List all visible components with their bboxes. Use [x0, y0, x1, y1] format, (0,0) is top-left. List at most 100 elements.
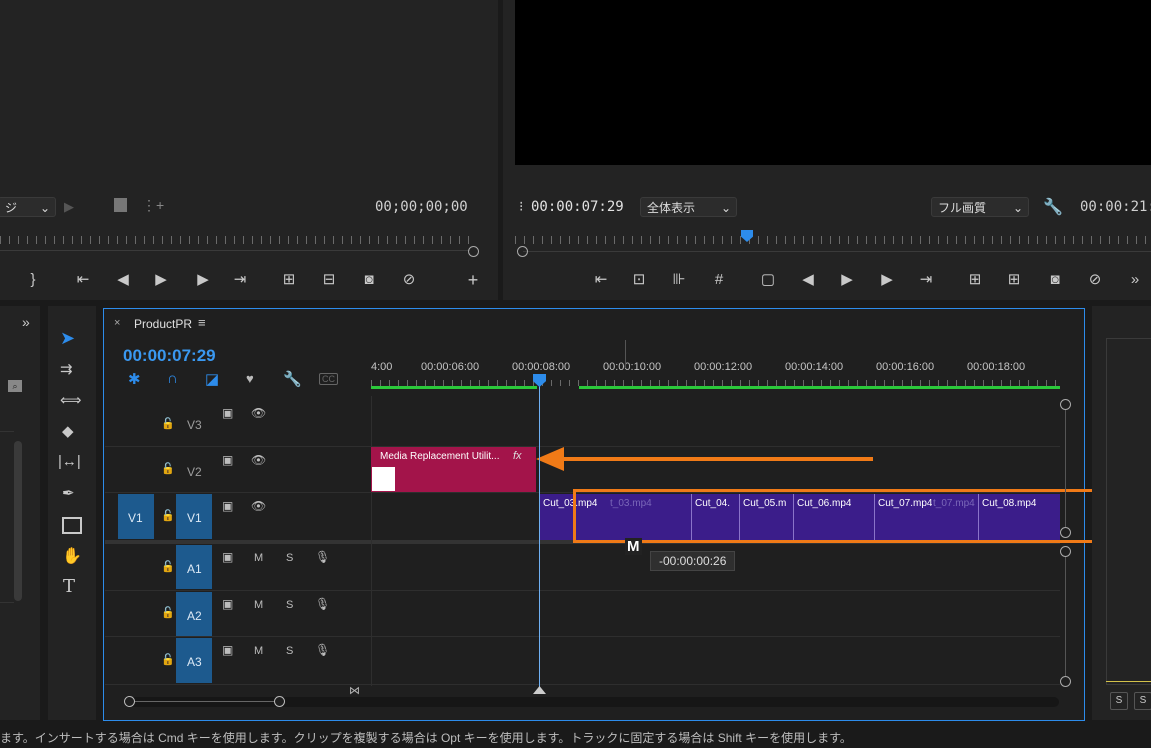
eye-icon[interactable]: 👁 — [251, 499, 266, 513]
scrub-start-handle[interactable] — [517, 246, 528, 257]
expand-chevron-icon[interactable]: » — [22, 314, 30, 330]
source-dropdown[interactable]: ジ ⌄ — [0, 197, 56, 217]
track-resize-icon[interactable]: ⋈ — [349, 684, 360, 697]
microphone-icon[interactable]: 🎙 — [315, 643, 330, 657]
grid-icon[interactable]: # — [708, 270, 730, 290]
mute-button[interactable]: M — [254, 645, 263, 657]
project-scrollbar[interactable] — [14, 441, 22, 601]
slip-tool-icon[interactable]: |↔| — [58, 453, 81, 470]
quality-dropdown[interactable]: フル画質 ⌄ — [931, 197, 1029, 217]
go-to-in-icon[interactable]: ⇤ — [590, 270, 612, 290]
nest-toggle-icon[interactable]: ✱ — [128, 370, 141, 388]
lock-icon[interactable]: 🔓 — [161, 653, 175, 666]
work-area-bar-left[interactable] — [371, 386, 537, 389]
go-to-in-icon[interactable]: ⇤ — [72, 270, 94, 290]
solo-button[interactable]: S — [286, 599, 293, 611]
timeline-tab-title[interactable]: ProductPR — [134, 317, 192, 331]
lift-edit-icon[interactable]: ⊞ — [964, 270, 986, 290]
captions-icon[interactable]: CC — [319, 373, 338, 385]
play-icon[interactable]: ▶ — [836, 270, 858, 290]
playhead-line[interactable] — [539, 378, 540, 692]
tab-menu-icon[interactable]: ≡ — [198, 315, 206, 330]
pen-tool-icon[interactable]: ✒ — [62, 484, 75, 502]
wrench-icon[interactable]: 🔧 — [1043, 197, 1063, 217]
vertical-scrollbar-audio[interactable] — [1065, 552, 1066, 682]
zoom-handle-right[interactable] — [274, 696, 285, 707]
solo-button[interactable]: S — [286, 552, 293, 564]
markers-icon[interactable]: ⊪ — [668, 270, 690, 290]
film-icon[interactable]: ▣ — [222, 453, 233, 467]
more-chevron-icon[interactable]: » — [1124, 270, 1146, 290]
lock-icon[interactable]: 🔓 — [161, 417, 175, 430]
go-to-out-icon[interactable]: ⇥ — [915, 270, 937, 290]
close-tab-icon[interactable]: × — [114, 317, 120, 329]
timeline-timecode[interactable]: 00:00:07:29 — [123, 346, 216, 366]
linked-selection-icon[interactable]: ◪ — [205, 370, 219, 388]
scroll-handle-top[interactable] — [1060, 546, 1071, 557]
zoom-scroll-thumb[interactable] — [130, 701, 279, 702]
ripple-edit-tool-icon[interactable]: ⟺ — [60, 391, 82, 409]
source-ruler[interactable] — [0, 236, 470, 244]
type-tool-icon[interactable]: T — [63, 576, 75, 597]
settings-export-icon[interactable]: ⊘ — [1084, 270, 1106, 290]
zoom-scroll-track[interactable] — [124, 697, 1059, 707]
mute-button[interactable]: M — [254, 552, 263, 564]
adjustment-clip[interactable]: Media Replacement Utilit... fx — [371, 447, 536, 492]
razor-tool-icon[interactable]: ◆ — [62, 422, 74, 440]
film-icon[interactable]: ▣ — [222, 597, 233, 611]
settings-export-icon[interactable]: ⊘ — [398, 270, 420, 290]
eye-icon[interactable]: 👁 — [251, 406, 266, 420]
overwrite-icon[interactable]: ⊟ — [318, 270, 340, 290]
microphone-icon[interactable]: 🎙 — [315, 597, 330, 611]
zoom-dropdown[interactable]: 全体表示 ⌄ — [640, 197, 737, 217]
film-icon[interactable]: ▣ — [222, 406, 233, 420]
scroll-handle-bottom[interactable] — [1060, 676, 1071, 687]
step-forward-icon[interactable]: ▶ — [192, 270, 214, 290]
solo-button[interactable]: S — [1110, 692, 1128, 710]
scrub-end-handle[interactable] — [468, 246, 479, 257]
step-back-icon[interactable]: ◀ — [797, 270, 819, 290]
selection-tool-icon[interactable]: ➤ — [60, 328, 75, 349]
insert-icon[interactable]: ⊞ — [278, 270, 300, 290]
safe-margins-icon[interactable]: ▢ — [757, 270, 779, 290]
play-arrow-icon[interactable]: ▶ — [64, 199, 74, 215]
solo-button[interactable]: S — [1134, 692, 1151, 710]
search-icon[interactable]: ⌕ — [8, 380, 22, 392]
rectangle-tool-icon[interactable] — [62, 517, 82, 534]
track-label-v2[interactable]: V2 — [187, 465, 202, 479]
play-icon[interactable]: ▶ — [150, 270, 172, 290]
zoom-handle-left[interactable] — [124, 696, 135, 707]
wrench-icon[interactable]: 🔧 — [283, 370, 302, 388]
snap-icon[interactable]: ∩ — [167, 370, 178, 387]
lock-icon[interactable]: 🔓 — [161, 509, 175, 522]
add-button-icon[interactable]: + — [462, 270, 484, 290]
film-icon[interactable]: ▣ — [222, 550, 233, 564]
work-area-bar-right[interactable] — [579, 386, 1060, 389]
vertical-scrollbar-video[interactable] — [1065, 405, 1066, 533]
mark-out-icon[interactable]: } — [22, 270, 44, 290]
track-select-tool-icon[interactable]: ⇉ — [60, 360, 73, 378]
film-icon[interactable]: ▣ — [222, 499, 233, 513]
go-to-out-icon[interactable]: ⇥ — [229, 270, 251, 290]
step-back-icon[interactable]: ◀ — [112, 270, 134, 290]
scroll-handle-bottom[interactable] — [1060, 527, 1071, 538]
track-label-v3[interactable]: V3 — [187, 418, 202, 432]
camera-icon[interactable]: ◙ — [1044, 270, 1066, 290]
add-marker-icon[interactable]: ♥ — [246, 371, 254, 386]
program-ruler[interactable] — [515, 236, 1151, 244]
film-icon[interactable]: ▣ — [222, 643, 233, 657]
marker-box-icon[interactable] — [114, 198, 127, 212]
eye-icon[interactable]: 👁 — [251, 453, 266, 467]
lift-icon[interactable]: ⊡ — [628, 270, 650, 290]
microphone-icon[interactable]: 🎙 — [315, 550, 330, 564]
camera-icon[interactable]: ◙ — [358, 270, 380, 290]
lock-icon[interactable]: 🔓 — [161, 560, 175, 573]
lock-icon[interactable]: 🔓 — [161, 462, 175, 475]
scroll-handle-top[interactable] — [1060, 399, 1071, 410]
fx-badge[interactable]: fx — [513, 450, 522, 462]
solo-button[interactable]: S — [286, 645, 293, 657]
hand-tool-icon[interactable]: ✋ — [62, 546, 82, 566]
mute-button[interactable]: M — [254, 599, 263, 611]
lock-icon[interactable]: 🔓 — [161, 606, 175, 619]
extract-icon[interactable]: ⊞ — [1003, 270, 1025, 290]
